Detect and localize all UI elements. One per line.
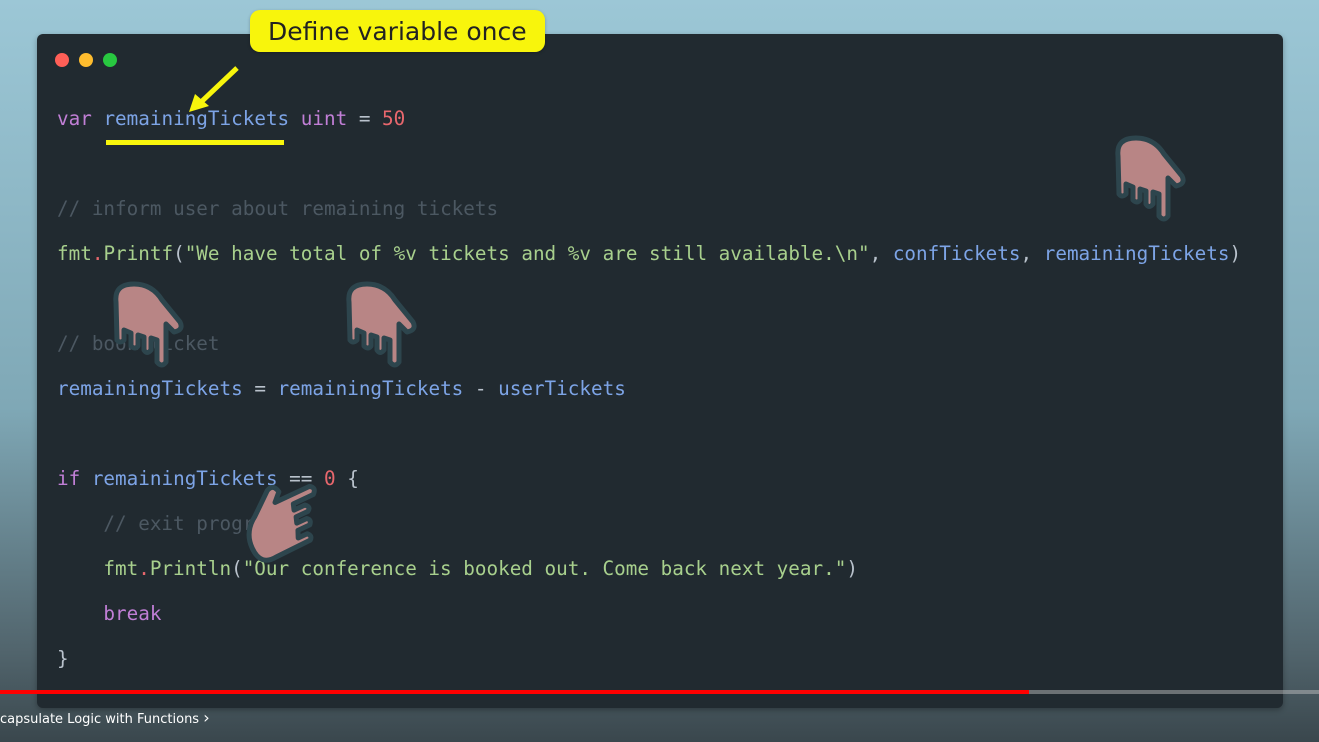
code-token: fmt bbox=[57, 242, 92, 265]
code-token: = bbox=[242, 377, 278, 400]
code-token: } bbox=[57, 647, 69, 670]
code-line: fmt.Printf("We have total of %v tickets … bbox=[57, 239, 1241, 269]
code-token: , bbox=[869, 242, 893, 265]
code-token: "We have total of %v tickets and %v are … bbox=[184, 242, 870, 265]
window-maximize-button bbox=[103, 53, 117, 67]
code-token: var bbox=[57, 107, 92, 130]
code-token: ( bbox=[231, 557, 243, 580]
code-token: userTickets bbox=[498, 377, 626, 400]
window-minimize-button bbox=[79, 53, 93, 67]
code-token: ) bbox=[1229, 242, 1242, 265]
chapter-title-button[interactable]: capsulate Logic with Functions › bbox=[0, 710, 210, 728]
chapter-title: capsulate Logic with Functions bbox=[0, 712, 200, 727]
code-token: . bbox=[91, 242, 104, 265]
code-token: 0 bbox=[324, 467, 336, 490]
video-progress-bar[interactable] bbox=[0, 690, 1319, 694]
progress-fill bbox=[0, 690, 1029, 694]
code-token: = bbox=[347, 107, 383, 130]
code-token: Println bbox=[149, 557, 232, 580]
code-token: , bbox=[1020, 242, 1044, 265]
pointing-hand-icon bbox=[337, 278, 417, 370]
code-line: break bbox=[103, 599, 161, 629]
code-token: remainingTickets bbox=[1043, 242, 1230, 265]
code-token: if bbox=[57, 467, 81, 490]
pointing-hand-icon bbox=[1106, 132, 1186, 224]
chevron-right-icon: › bbox=[203, 708, 210, 727]
code-token: remainingTickets bbox=[57, 377, 243, 400]
code-line: remainingTickets = remainingTickets - us… bbox=[57, 374, 626, 404]
annotation-callout: Define variable once bbox=[250, 10, 545, 52]
code-token: 50 bbox=[382, 107, 406, 130]
code-token: ) bbox=[846, 557, 858, 580]
code-token: remainingTickets bbox=[91, 467, 278, 490]
highlight-underline bbox=[106, 140, 284, 145]
code-token: fmt bbox=[103, 557, 139, 580]
code-token: confTickets bbox=[892, 242, 1021, 265]
code-token: // inform user about remaining tickets bbox=[57, 197, 499, 220]
code-line: fmt.Println("Our conference is booked ou… bbox=[103, 554, 858, 584]
code-line: // inform user about remaining tickets bbox=[57, 194, 498, 224]
code-token: remainingTickets bbox=[277, 377, 464, 400]
code-token: uint bbox=[300, 107, 348, 130]
code-token: . bbox=[138, 557, 150, 580]
arrow-icon bbox=[189, 66, 239, 112]
code-line: } bbox=[57, 644, 69, 674]
pointing-hand-icon bbox=[104, 278, 184, 370]
code-token: ( bbox=[173, 242, 185, 265]
code-token: break bbox=[103, 602, 162, 625]
code-token: { bbox=[335, 467, 359, 490]
code-token: Printf bbox=[103, 242, 174, 265]
window-close-button bbox=[55, 53, 69, 67]
code-token: - bbox=[463, 377, 499, 400]
code-token: "Our conference is booked out. Come back… bbox=[242, 557, 847, 580]
code-window: var remainingTickets uint = 50 // inform … bbox=[37, 34, 1283, 708]
